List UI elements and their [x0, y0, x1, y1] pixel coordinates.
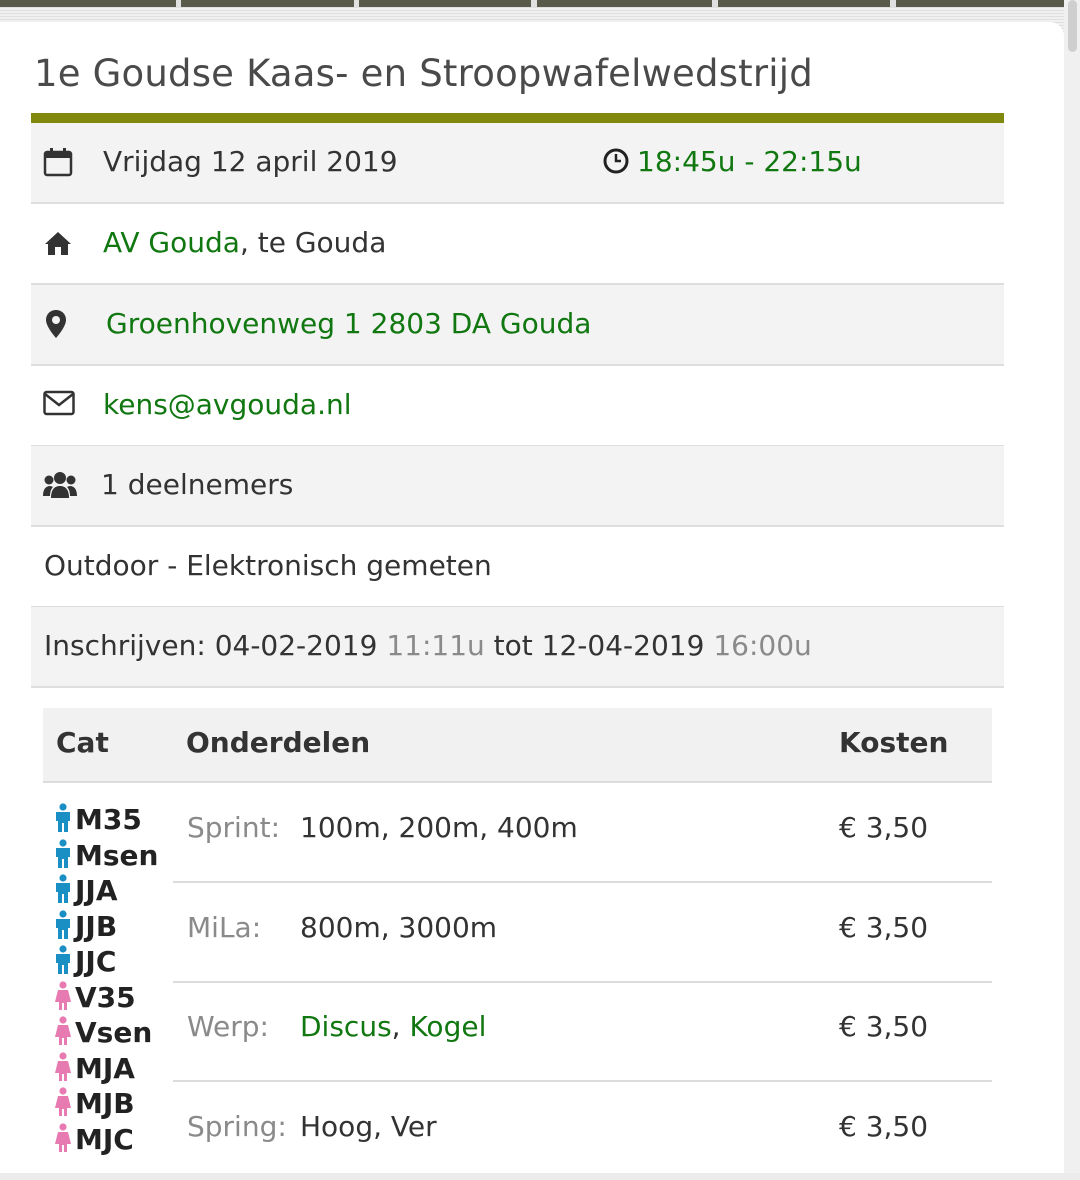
- address-row: Groenhovenweg 1 2803 DA Gouda: [31, 285, 1004, 366]
- event-list: 100m, 200m, 400m: [300, 811, 578, 844]
- event-link-discus[interactable]: Discus: [300, 1010, 392, 1043]
- category-item: Msen: [53, 839, 158, 875]
- event-date: Vrijdag 12 april 2019: [103, 145, 398, 178]
- scrollbar[interactable]: [1064, 0, 1080, 1173]
- category-label: Vsen: [75, 1016, 153, 1049]
- participants-count: 1 deelnemers: [101, 468, 294, 501]
- header-onderdelen: Onderdelen: [186, 726, 371, 759]
- event-list: Hoog, Ver: [300, 1110, 437, 1143]
- email-link[interactable]: kens@avgouda.nl: [103, 386, 352, 424]
- table-row: Spring: Hoog, Ver € 3,50: [173, 1082, 992, 1180]
- club-row: AV Gouda, te Gouda: [31, 204, 1004, 285]
- category-item: V35: [53, 981, 136, 1017]
- category-item: JJB: [53, 910, 117, 946]
- category-label: JJB: [75, 909, 118, 943]
- title-underline: [31, 113, 1004, 123]
- home-icon: [43, 228, 75, 260]
- event-time: 18:45u - 22:15u: [603, 143, 862, 184]
- category-item: JJA: [53, 874, 118, 910]
- table-header: Cat Onderdelen Kosten: [43, 708, 992, 783]
- event-link-kogel[interactable]: Kogel: [409, 1010, 486, 1043]
- category-item: MJC: [53, 1123, 134, 1159]
- clock-icon: [603, 146, 629, 184]
- registration-prefix: Inschrijven:: [44, 629, 215, 662]
- event-cost: € 3,50: [839, 1110, 929, 1143]
- male-person-icon: [56, 945, 70, 974]
- category-item: JJC: [53, 945, 116, 981]
- registration-between: tot: [493, 629, 533, 662]
- club-link[interactable]: AV Gouda: [103, 226, 240, 259]
- table-row: Sprint: 100m, 200m, 400m € 3,50: [173, 783, 992, 883]
- event-list: Discus, Kogel: [300, 1010, 487, 1043]
- event-cost: € 3,50: [839, 811, 929, 844]
- event-cost: € 3,50: [839, 1010, 929, 1043]
- top-menu-tab[interactable]: [181, 0, 354, 7]
- category-item: M35: [53, 803, 142, 839]
- registration-start-date: 04-02-2019: [214, 629, 378, 662]
- map-marker-icon: [45, 309, 77, 341]
- scrollbar-thumb[interactable]: [1068, 0, 1077, 52]
- category-list: M35 Msen JJA JJB JJC V35 Vsen MJA MJB MJC: [43, 783, 173, 1173]
- club-suffix: , te Gouda: [239, 226, 387, 259]
- header-kosten: Kosten: [839, 726, 949, 759]
- male-person-icon: [56, 909, 70, 939]
- event-type: Outdoor - Elektronisch gemeten: [44, 549, 492, 582]
- event-group-label: Sprint:: [187, 811, 280, 844]
- event-group-label: Spring:: [187, 1110, 287, 1143]
- registration-start-time: 11:11u: [386, 629, 485, 662]
- top-menu-tab[interactable]: [537, 0, 712, 7]
- female-person-icon: [55, 1087, 71, 1116]
- category-label: Msen: [75, 838, 159, 872]
- female-person-icon: [55, 1051, 71, 1081]
- category-label: MJC: [75, 1122, 134, 1156]
- registration-end-date: 12-04-2019: [541, 629, 705, 662]
- category-item: Vsen: [53, 1016, 152, 1052]
- table-row: Werp: Discus, Kogel € 3,50: [173, 982, 992, 1082]
- category-item: MJB: [53, 1087, 135, 1123]
- event-group-label: Werp:: [187, 1010, 269, 1043]
- category-label: JJC: [75, 945, 117, 978]
- event-group-label: MiLa:: [187, 911, 262, 944]
- event-cost: € 3,50: [839, 911, 929, 944]
- page-title: 1e Goudse Kaas- en Stroopwafelwedstrijd: [34, 52, 813, 95]
- participants-row: 1 deelnemers: [31, 446, 1004, 527]
- top-menu-tab[interactable]: [896, 0, 1066, 7]
- female-person-icon: [55, 1122, 71, 1152]
- registration-row: Inschrijven: 04-02-2019 11:11u tot 12-04…: [31, 607, 1004, 688]
- date-row: Vrijdag 12 april 2019 18:45u - 22:15u: [31, 123, 1004, 204]
- event-time-text: 18:45u - 22:15u: [637, 145, 862, 178]
- top-menu-tab[interactable]: [718, 0, 890, 7]
- category-label: JJA: [75, 874, 118, 907]
- male-person-icon: [56, 838, 70, 868]
- top-menu-strip: [0, 0, 1080, 8]
- category-label: MJB: [75, 1087, 135, 1120]
- registration-end-time: 16:00u: [713, 629, 812, 662]
- category-label: V35: [75, 980, 136, 1014]
- female-person-icon: [55, 980, 71, 1010]
- header-cat: Cat: [56, 726, 109, 759]
- event-list: 800m, 3000m: [300, 911, 498, 944]
- category-item: MJA: [53, 1052, 135, 1088]
- type-row: Outdoor - Elektronisch gemeten: [31, 527, 1004, 608]
- registration-text: Inschrijven: 04-02-2019 11:11u tot 12-04…: [44, 627, 812, 665]
- category-label: M35: [75, 803, 142, 836]
- female-person-icon: [55, 1016, 71, 1045]
- category-label: MJA: [75, 1051, 135, 1085]
- top-menu-tab[interactable]: [0, 0, 176, 7]
- top-menu-tab[interactable]: [359, 0, 531, 7]
- male-person-icon: [56, 874, 70, 903]
- club-text: AV Gouda, te Gouda: [103, 224, 386, 262]
- email-row: kens@avgouda.nl: [31, 366, 1004, 447]
- envelope-icon: [43, 390, 75, 422]
- users-icon: [43, 470, 77, 502]
- address-link[interactable]: Groenhovenweg 1 2803 DA Gouda: [106, 305, 591, 343]
- male-person-icon: [56, 803, 70, 832]
- table-row: MiLa: 800m, 3000m € 3,50: [173, 883, 992, 983]
- calendar-icon: [43, 147, 75, 179]
